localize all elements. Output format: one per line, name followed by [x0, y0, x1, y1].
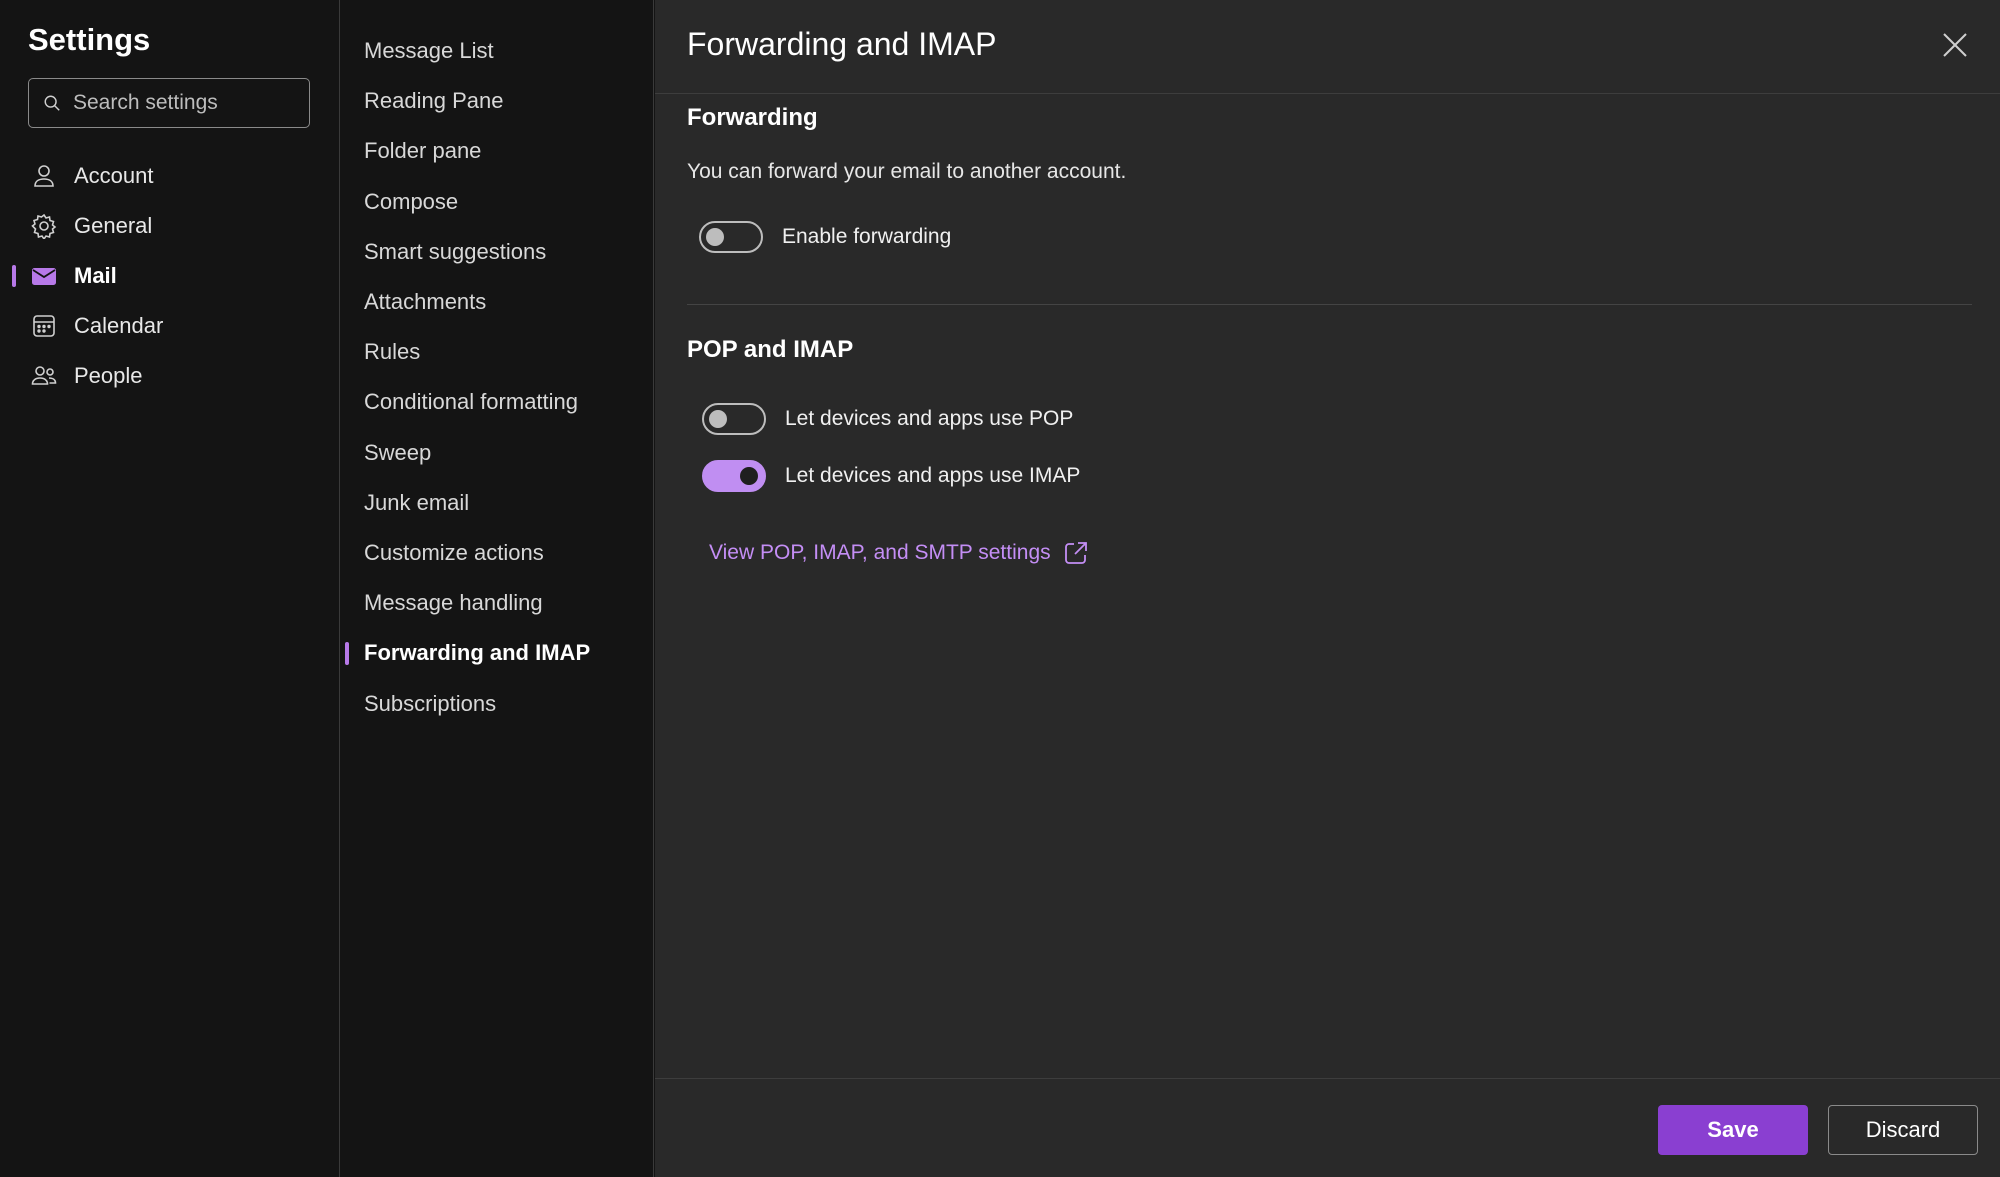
open-in-new-window-icon [1064, 542, 1087, 564]
content-footer: Save Discard [655, 1078, 2000, 1177]
subnav-item-attachments[interactable]: Attachments [341, 277, 654, 327]
sidebar-item-label: Calendar [74, 313, 164, 338]
close-button[interactable] [1940, 30, 1970, 60]
sidebar-item-account[interactable]: Account [0, 151, 340, 201]
subnav-item-conditional-formatting[interactable]: Conditional formatting [341, 377, 654, 427]
sidebar-item-label: Account [74, 163, 154, 188]
subnav-item-subscriptions[interactable]: Subscriptions [341, 678, 654, 728]
sidebar-item-calendar[interactable]: Calendar [0, 301, 340, 351]
people-icon [30, 362, 58, 390]
subnav-item-forwarding-and-imap[interactable]: Forwarding and IMAP [341, 628, 654, 678]
subnav-item-junk-email[interactable]: Junk email [341, 478, 654, 528]
sidebar-item-label: People [74, 363, 143, 388]
subnav-item-reading-pane[interactable]: Reading Pane [341, 76, 654, 126]
forwarding-description: You can forward your email to another ac… [687, 160, 1127, 183]
search-input[interactable] [73, 91, 293, 115]
subnav-item-smart-suggestions[interactable]: Smart suggestions [341, 227, 654, 277]
settings-sidebar: Settings Account [0, 0, 340, 1177]
save-button[interactable]: Save [1658, 1105, 1808, 1155]
person-icon [30, 162, 58, 190]
gear-icon [30, 212, 58, 240]
view-pop-imap-smtp-settings-link[interactable]: View POP, IMAP, and SMTP settings [709, 540, 1089, 566]
enable-forwarding-toggle[interactable] [699, 221, 763, 253]
pop-label: Let devices and apps use POP [785, 407, 1074, 430]
mail-icon [30, 262, 58, 290]
subnav-item-rules[interactable]: Rules [341, 327, 654, 377]
subnav-item-sweep[interactable]: Sweep [341, 428, 654, 478]
sidebar-item-general[interactable]: General [0, 201, 340, 251]
toggle-knob [706, 228, 724, 246]
enable-forwarding-label: Enable forwarding [782, 225, 952, 248]
settings-content-panel: Forwarding and IMAP Forwarding You can f… [655, 0, 2000, 1177]
subnav-list: Message List Reading Pane Folder pane Co… [341, 26, 654, 729]
toggle-knob [709, 410, 727, 428]
calendar-icon [30, 312, 58, 340]
subnav-item-message-handling[interactable]: Message handling [341, 578, 654, 628]
sidebar-item-people[interactable]: People [0, 351, 340, 401]
settings-title: Settings [28, 22, 151, 57]
search-settings-box[interactable] [28, 78, 310, 128]
section-divider [687, 304, 1972, 305]
pop-toggle[interactable] [702, 403, 766, 435]
search-icon [44, 95, 60, 111]
page-title: Forwarding and IMAP [687, 26, 997, 62]
subnav-item-message-list[interactable]: Message List [341, 26, 654, 76]
imap-row[interactable]: Let devices and apps use IMAP [702, 460, 1080, 492]
pop-row[interactable]: Let devices and apps use POP [702, 403, 1073, 435]
sidebar-item-mail[interactable]: Mail [0, 251, 340, 301]
imap-toggle[interactable] [702, 460, 766, 492]
subnav-item-customize-actions[interactable]: Customize actions [341, 528, 654, 578]
sidebar-item-label: Mail [74, 263, 117, 288]
sidebar-item-label: General [74, 213, 153, 238]
link-text: View POP, IMAP, and SMTP settings [709, 541, 1051, 564]
sidebar-nav: Account General Mail Calendar People [0, 151, 340, 401]
discard-button[interactable]: Discard [1828, 1105, 1978, 1155]
mail-settings-subnav: Message List Reading Pane Folder pane Co… [341, 0, 654, 1177]
close-icon [1943, 33, 1967, 57]
enable-forwarding-row[interactable]: Enable forwarding [699, 221, 951, 253]
toggle-knob [740, 467, 758, 485]
subnav-item-compose[interactable]: Compose [341, 177, 654, 227]
subnav-item-folder-pane[interactable]: Folder pane [341, 126, 654, 176]
pop-imap-heading: POP and IMAP [687, 336, 854, 363]
content-header: Forwarding and IMAP [655, 0, 2000, 94]
imap-label: Let devices and apps use IMAP [785, 464, 1081, 487]
forwarding-heading: Forwarding [687, 104, 818, 131]
settings-window: Settings Account [0, 0, 2000, 1177]
